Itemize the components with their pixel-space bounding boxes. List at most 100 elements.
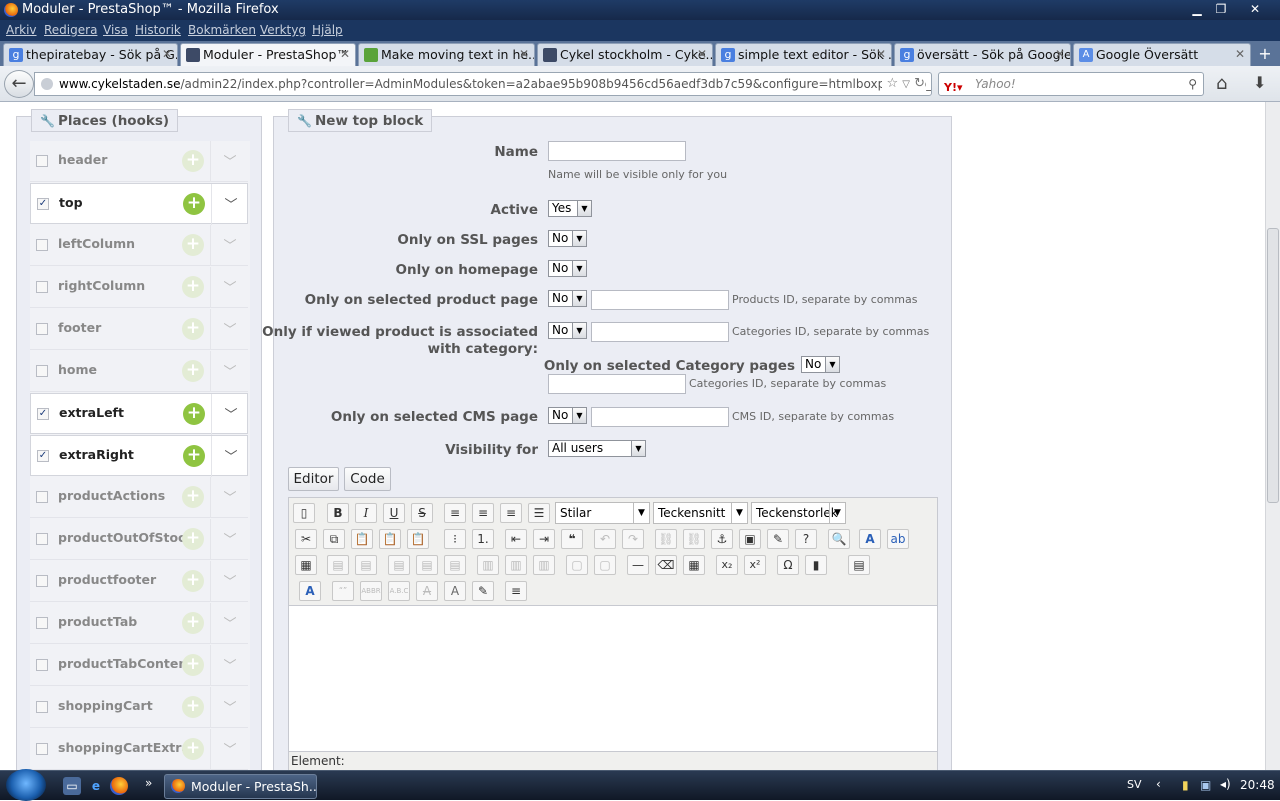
add-icon[interactable]: + (182, 612, 204, 634)
chevron-down-icon[interactable]: ﹀ (220, 697, 240, 716)
language-indicator[interactable]: SV (1127, 778, 1142, 791)
paste-word-icon[interactable]: 📋 (407, 529, 429, 549)
add-icon[interactable]: + (182, 738, 204, 760)
html-source-icon[interactable]: ▤ (848, 555, 870, 575)
tray-folder-icon[interactable]: ▮ (1182, 778, 1189, 792)
anchor-icon[interactable]: ⚓ (711, 529, 733, 549)
font-family-dropdown[interactable]: Teckensnitt ▼ (653, 502, 748, 524)
ssl-select[interactable]: No ▼ (548, 230, 587, 247)
hook-item-extraLeft[interactable]: ✓ extraLeft + ﹀ (30, 393, 248, 435)
cleanup-icon[interactable]: ✎ (767, 529, 789, 549)
chevron-down-icon[interactable]: ﹀ (220, 529, 240, 548)
site-identity-icon[interactable] (41, 78, 53, 90)
visibility-select[interactable]: All users ▼ (548, 440, 646, 457)
close-tab-icon[interactable]: ✕ (162, 47, 172, 61)
hook-checkbox[interactable]: ✓ (37, 198, 49, 210)
firefox-icon[interactable] (110, 777, 128, 795)
cms-page-select[interactable]: No ▼ (548, 407, 587, 424)
search-bar[interactable]: Y!▾ Yahoo! ⚲ (938, 72, 1204, 96)
network-icon[interactable]: ▣ (1200, 778, 1211, 792)
cell-props-icon[interactable]: ▤ (355, 555, 377, 575)
hook-item-header[interactable]: header + ﹀ (30, 141, 248, 182)
taskbar-firefox-task[interactable]: Moduler - PrestaSh... (164, 774, 317, 799)
add-icon[interactable]: + (182, 654, 204, 676)
hook-item-leftColumn[interactable]: leftColumn + ﹀ (30, 225, 248, 266)
align-center-icon[interactable]: ≡ (472, 503, 494, 523)
editor-content-area[interactable] (289, 606, 937, 751)
delete-row-icon[interactable]: ▤ (444, 555, 466, 575)
hook-checkbox[interactable] (36, 239, 48, 251)
acronym-icon[interactable]: A.B.C (388, 581, 410, 601)
add-icon[interactable]: + (182, 318, 204, 340)
hook-checkbox[interactable] (36, 365, 48, 377)
align-left-icon[interactable]: ≡ (444, 503, 466, 523)
menu-historik[interactable]: Historik (135, 23, 181, 37)
visual-aid-icon[interactable]: ▦ (683, 555, 705, 575)
chevron-down-icon[interactable]: ﹀ (220, 613, 240, 632)
menu-redigera[interactable]: Redigera (44, 23, 97, 37)
page-scrollbar[interactable] (1265, 102, 1280, 770)
hook-item-top[interactable]: ✓ top + ﹀ (30, 183, 248, 225)
numbered-list-icon[interactable]: 1. (472, 529, 494, 549)
add-icon[interactable]: + (183, 193, 205, 215)
search-icon[interactable]: ⚲ (1188, 73, 1197, 95)
hook-item-productOutOfStock[interactable]: productOutOfStock + ﹀ (30, 519, 248, 560)
special-char-icon[interactable]: Ω (777, 555, 799, 575)
hook-checkbox[interactable] (36, 575, 48, 587)
add-icon[interactable]: + (182, 486, 204, 508)
tab-thepiratebay[interactable]: g thepiratebay - Sök på G... ✕ (3, 43, 178, 66)
image-icon[interactable]: ▣ (739, 529, 761, 549)
chevron-down-icon[interactable]: ﹀ (220, 319, 240, 338)
hook-item-extraRight[interactable]: ✓ extraRight + ﹀ (30, 435, 248, 477)
merge-cells-icon[interactable]: ▢ (594, 555, 616, 575)
add-icon[interactable]: + (182, 696, 204, 718)
paste-icon[interactable]: 📋 (351, 529, 373, 549)
chevron-down-icon[interactable]: ﹀ (221, 446, 241, 465)
clock[interactable]: 20:48 (1240, 778, 1275, 792)
link-icon[interactable]: ⛓ (655, 529, 677, 549)
category-pages-ids-input[interactable] (548, 374, 686, 394)
add-icon[interactable]: + (182, 360, 204, 382)
tab-cykel-stockholm[interactable]: Cykel stockholm - Cyke... ✕ (537, 43, 713, 66)
preview-icon[interactable]: 🔍 (828, 529, 850, 549)
italic-icon[interactable]: I (355, 503, 377, 523)
url-bar[interactable]: www.cykelstaden.se/admin22/index.php?con… (34, 72, 932, 96)
product-ids-input[interactable] (591, 290, 729, 310)
internet-explorer-icon[interactable]: e (87, 777, 105, 795)
cite-icon[interactable]: “” (332, 581, 354, 601)
col-after-icon[interactable]: ▥ (505, 555, 527, 575)
insertion-icon[interactable]: A (444, 581, 466, 601)
add-icon[interactable]: + (182, 570, 204, 592)
chevron-down-icon[interactable]: ﹀ (220, 151, 240, 170)
chevron-down-icon[interactable]: ﹀ (220, 361, 240, 380)
chevron-down-icon[interactable]: ﹀ (221, 194, 241, 213)
category-pages-select[interactable]: No ▼ (801, 356, 840, 373)
code-button[interactable]: Code (344, 467, 391, 491)
hook-checkbox[interactable] (36, 743, 48, 755)
row-before-icon[interactable]: ▤ (388, 555, 410, 575)
menu-hjalp[interactable]: Hjälp (312, 23, 343, 37)
add-icon[interactable]: + (182, 234, 204, 256)
tab-make-moving-text[interactable]: Make moving text in he... ✕ (358, 43, 535, 66)
delete-col-icon[interactable]: ▥ (533, 555, 555, 575)
copy-icon[interactable]: ⧉ (323, 529, 345, 549)
menu-verktyg[interactable]: Verktyg (260, 23, 306, 37)
cut-icon[interactable]: ✂ (295, 529, 317, 549)
associated-category-ids-input[interactable] (591, 322, 729, 342)
blockquote-icon[interactable]: ❝ (561, 529, 583, 549)
close-tab-icon[interactable]: ✕ (697, 47, 707, 61)
hook-checkbox[interactable] (36, 659, 48, 671)
hook-checkbox[interactable] (36, 533, 48, 545)
hook-item-productTab[interactable]: productTab + ﹀ (30, 603, 248, 644)
new-tab-button[interactable]: + (1254, 44, 1276, 64)
strikethrough-icon[interactable]: S (411, 503, 433, 523)
close-tab-icon[interactable]: ✕ (876, 47, 886, 61)
underline-icon[interactable]: U (383, 503, 405, 523)
abbr-icon[interactable]: ABBR (360, 581, 382, 601)
undo-icon[interactable]: ↶ (594, 529, 616, 549)
menu-bokmarken[interactable]: Bokmärken (188, 23, 256, 37)
chevron-down-icon[interactable]: ﹀ (220, 655, 240, 674)
close-tab-icon[interactable]: ✕ (340, 47, 350, 61)
text-color-icon[interactable]: A (859, 529, 881, 549)
close-tab-icon[interactable]: ✕ (1055, 47, 1065, 61)
